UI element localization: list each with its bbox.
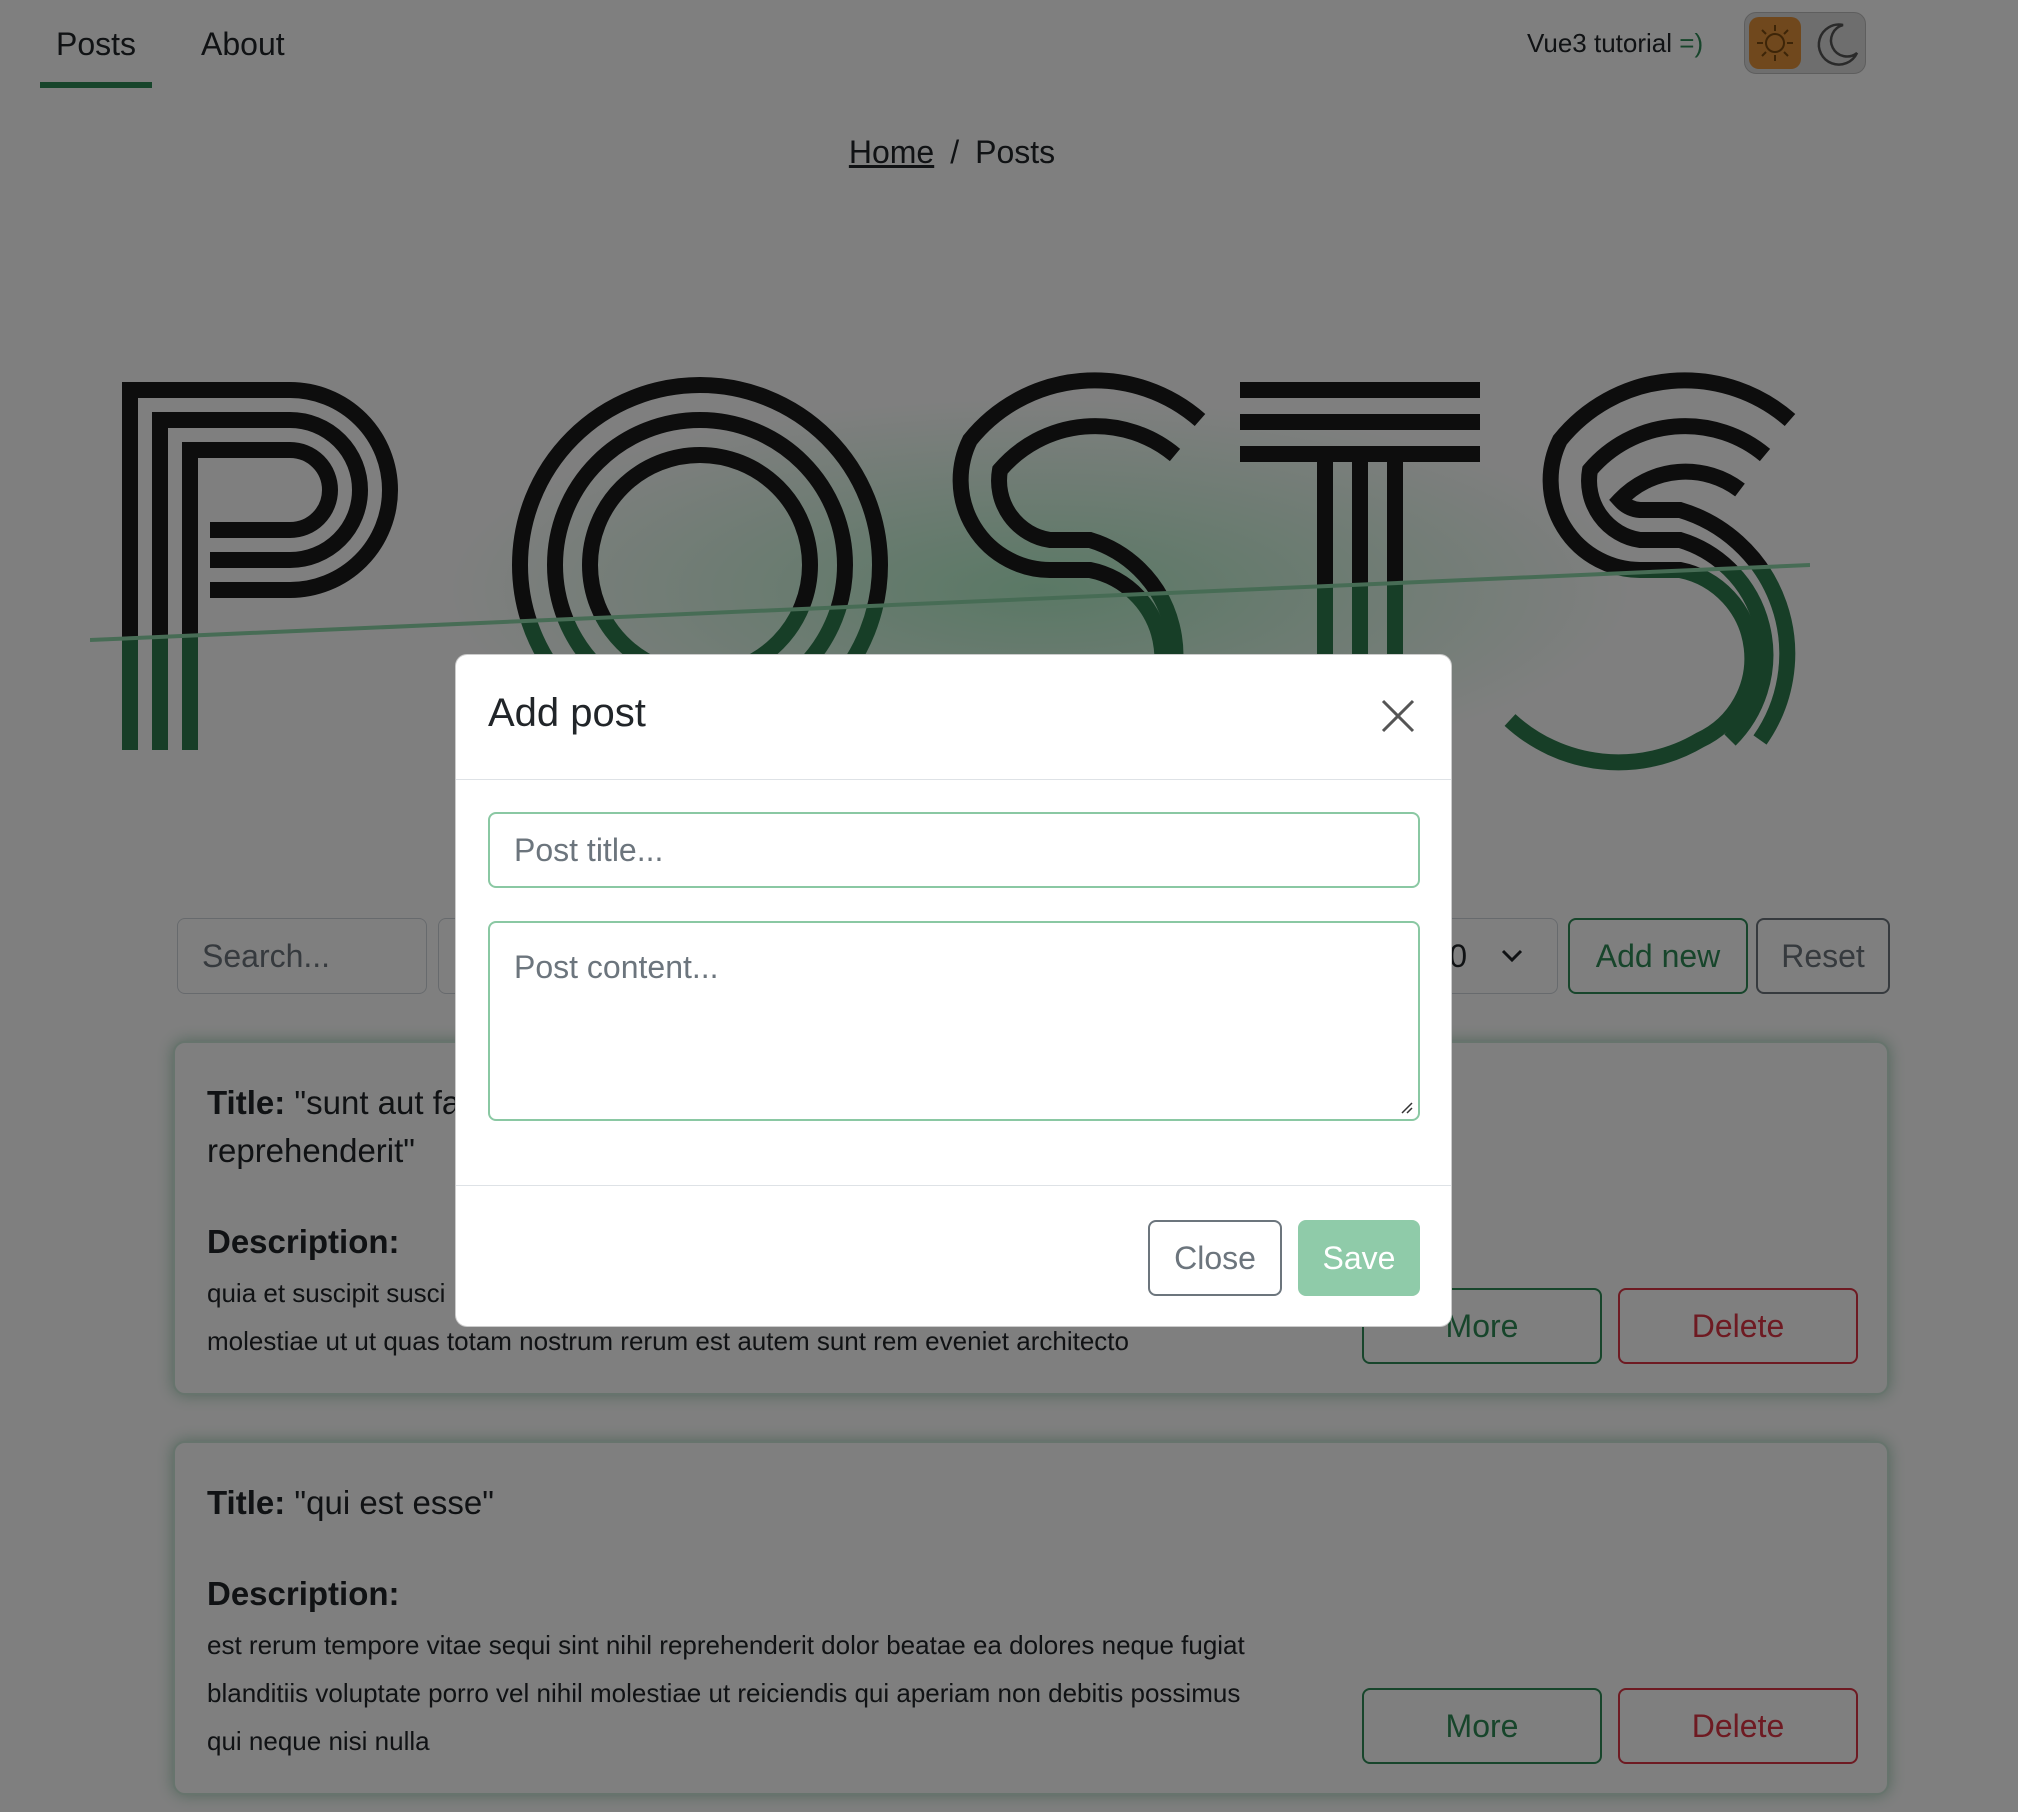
page: Posts About Vue3 tutorial =) Home/Posts [0, 0, 2018, 1812]
post-content-textarea[interactable]: Post content... [488, 921, 1420, 1121]
close-button[interactable]: Close [1148, 1220, 1282, 1296]
close-icon[interactable] [1373, 691, 1423, 741]
modal-header: Add post [456, 655, 1451, 780]
post-title-input[interactable]: Post title... [488, 812, 1420, 888]
add-post-modal: Add post Post title... Post content... C… [455, 654, 1452, 1327]
modal-footer: Close Save [456, 1185, 1451, 1328]
resize-handle-icon[interactable] [1398, 1099, 1414, 1115]
modal-title: Add post [488, 691, 646, 735]
post-content-placeholder: Post content... [514, 949, 719, 985]
save-button[interactable]: Save [1298, 1220, 1420, 1296]
